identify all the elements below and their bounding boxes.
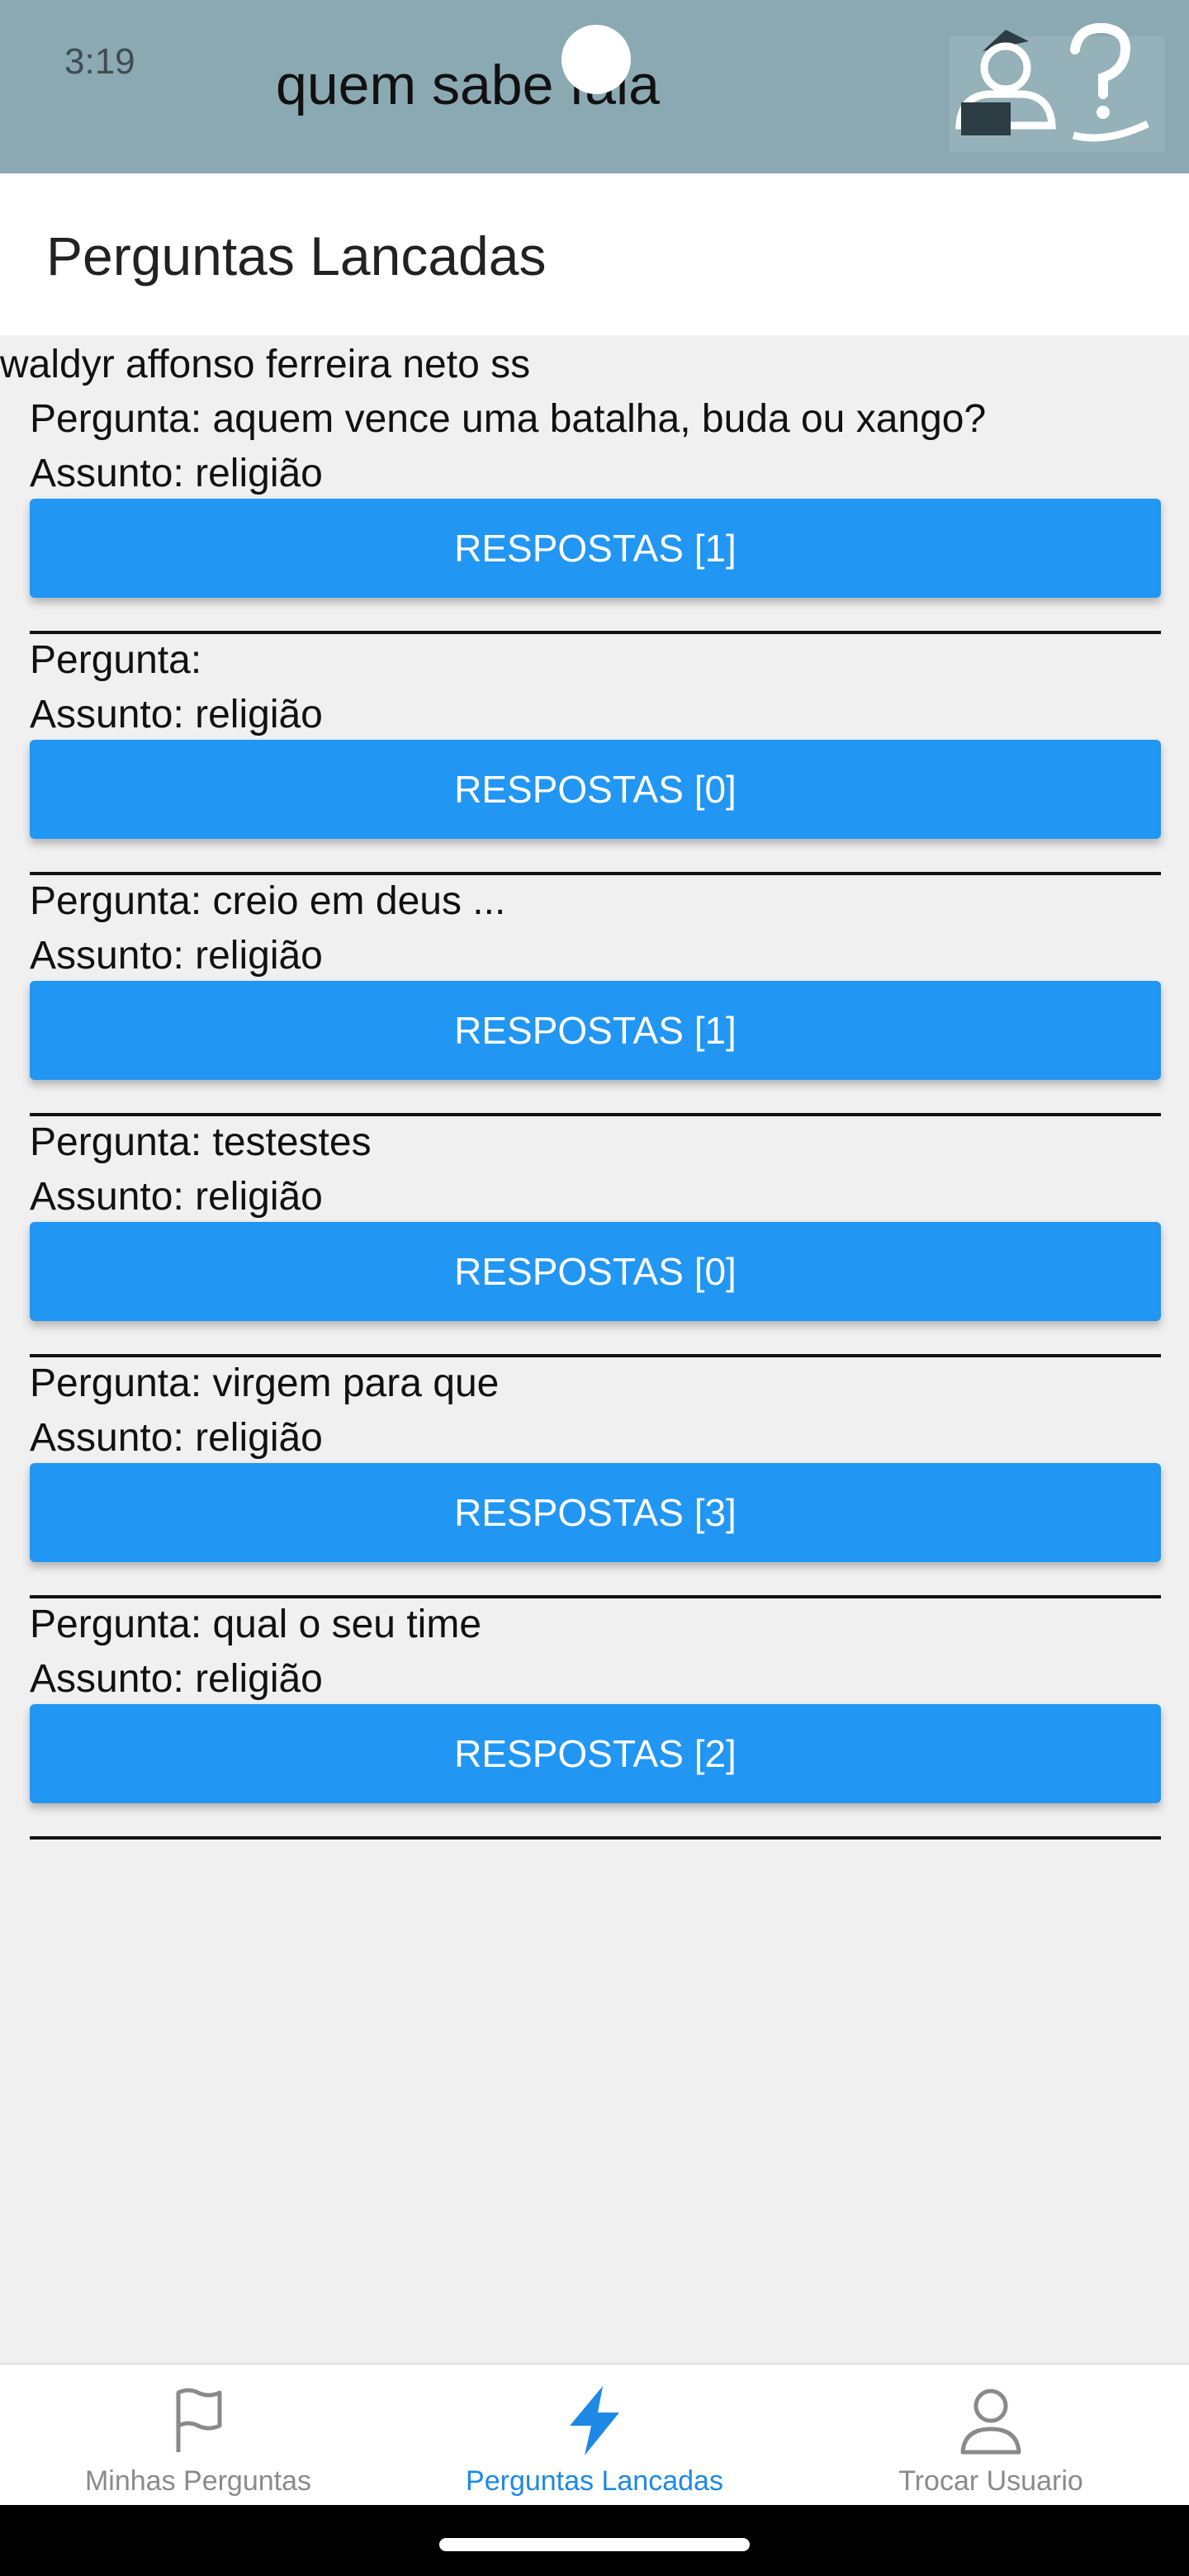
answers-button[interactable]: RESPOSTAS [1] [30,499,1161,598]
answers-button[interactable]: RESPOSTAS [0] [30,1222,1161,1321]
flag-icon [176,2388,222,2452]
nav-trocar-usuario[interactable]: Trocar Usuario [793,2365,1189,2507]
question-item: Pergunta: qual o seu time Assunto: relig… [30,1602,1161,1843]
user-icon [960,2389,1021,2455]
questions-list[interactable]: waldyr affonso ferreira neto ss Pergunta… [0,335,1189,2363]
question-subject: Assunto: religião [30,1657,323,1701]
answers-button[interactable]: RESPOSTAS [2] [30,1704,1161,1803]
answers-button[interactable]: RESPOSTAS [1] [30,981,1161,1080]
question-subject: Assunto: religião [30,1175,323,1219]
question-item: Pergunta: Assunto: religião RESPOSTAS [0… [30,637,1161,878]
divider [30,631,1161,634]
divider [30,1113,1161,1116]
status-time: 3:19 [64,41,135,82]
nav-label: Trocar Usuario [898,2465,1083,2497]
bolt-icon [570,2386,619,2455]
question-subject: Assunto: religião [30,934,323,978]
question-text: Pergunta: virgem para que [30,1361,500,1405]
system-nav-bar [0,2505,1189,2576]
question-subject: Assunto: religião [30,693,323,736]
nav-label: Perguntas Lancadas [466,2465,723,2497]
question-item: Pergunta: virgem para que Assunto: relig… [30,1361,1161,1602]
page-header: Perguntas Lancadas [0,173,1189,335]
question-item: Pergunta: creio em deus ... Assunto: rel… [30,878,1161,1120]
divider [30,1354,1161,1357]
user-question-logo-icon [950,22,1164,152]
answers-button[interactable]: RESPOSTAS [3] [30,1463,1161,1562]
question-text: Pergunta: aquem vence uma batalha, buda … [30,397,987,441]
question-text: Pergunta: qual o seu time [30,1603,482,1646]
question-item: Pergunta: aquem vence uma batalha, buda … [30,396,1161,637]
divider [30,1836,1161,1840]
question-subject: Assunto: religião [30,1416,323,1460]
page-title: Perguntas Lancadas [46,225,547,286]
question-text: Pergunta: testestes [30,1120,372,1164]
answers-button[interactable]: RESPOSTAS [0] [30,740,1161,839]
nav-minhas-perguntas[interactable]: Minhas Perguntas [0,2365,396,2507]
home-gesture-handle[interactable] [439,2538,750,2551]
divider [30,872,1161,875]
question-text: Pergunta: creio em deus ... [30,879,506,923]
camera-cutout [561,25,631,94]
app-bar: 3:19 quem sabe fala [0,0,1189,173]
question-subject: Assunto: religião [30,452,323,495]
nav-label: Minhas Perguntas [84,2465,312,2497]
user-name: waldyr affonso ferreira neto ss [0,343,531,386]
nav-perguntas-lancadas[interactable]: Perguntas Lancadas [396,2365,793,2507]
question-text: Pergunta: [30,638,202,682]
question-item: Pergunta: testestes Assunto: religião RE… [30,1120,1161,1361]
divider [30,1595,1161,1598]
bottom-navigation: Minhas Perguntas Perguntas Lancadas Troc… [0,2363,1189,2505]
